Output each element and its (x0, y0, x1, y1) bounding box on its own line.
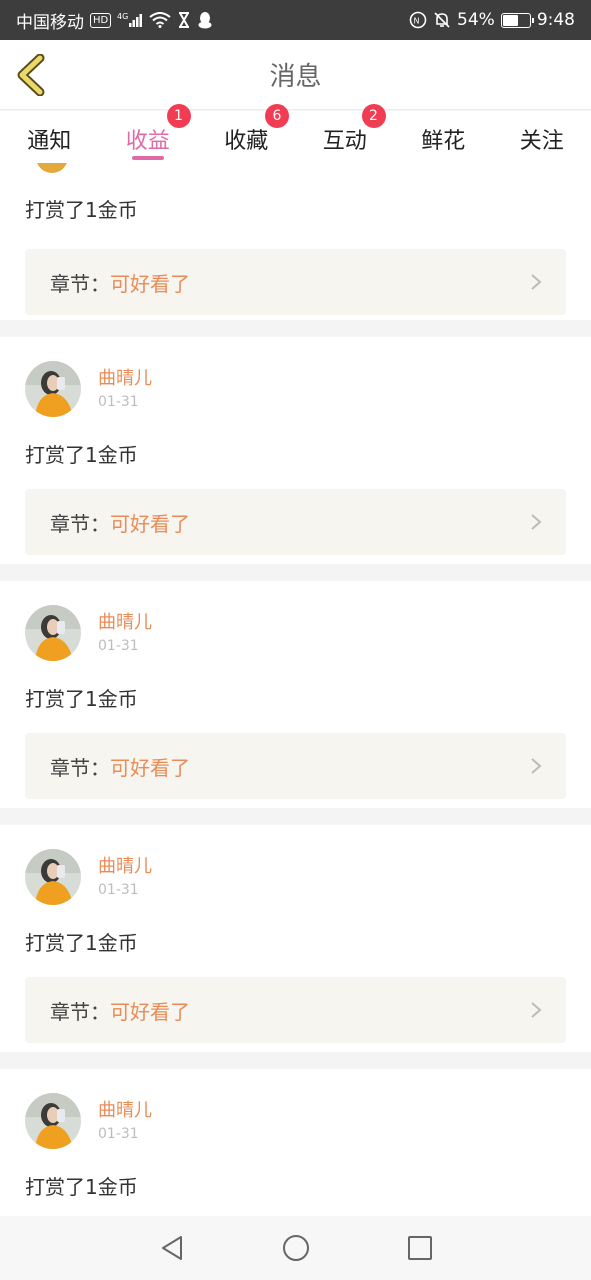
tab-follow[interactable]: 关注 (493, 111, 591, 163)
nav-home-button[interactable] (279, 1231, 313, 1265)
svg-text:N: N (414, 17, 420, 26)
unread-badge: 2 (361, 104, 386, 128)
avatar[interactable] (25, 605, 81, 661)
tab-bar: 通知 收益 1 收藏 6 互动 2 鲜花 关注 (0, 104, 591, 163)
message-date: 01-31 (98, 1126, 139, 1142)
square-recents-icon (407, 1236, 432, 1260)
list-item: 曲晴儿 01-31 打赏了1金币 章节： 可好看了 (0, 1069, 591, 1216)
carrier-label: 中国移动 (16, 12, 84, 33)
user-row[interactable]: 曲晴儿 01-31 (25, 825, 566, 905)
clock-time: 9:48 (536, 10, 575, 30)
chapter-link[interactable]: 章节： 可好看了 (25, 249, 566, 315)
chapter-label: 章节： (50, 999, 110, 1024)
nfc-icon: N (409, 11, 427, 29)
chapter-link[interactable]: 章节： 可好看了 (25, 977, 566, 1043)
qq-icon (197, 11, 213, 29)
chevron-right-icon (531, 514, 542, 530)
user-name[interactable]: 曲晴儿 (98, 1100, 152, 1122)
mute-bell-icon (433, 11, 451, 29)
system-nav-bar (0, 1216, 591, 1280)
status-bar: 中国移动 HD 4G N 54% 9:48 (0, 0, 591, 40)
chapter-title: 可好看了 (110, 271, 190, 296)
chevron-right-icon (531, 1002, 542, 1018)
list-item: 曲晴儿 01-31 打赏了1金币 章节： 可好看了 (0, 337, 591, 564)
user-avatar-image (25, 849, 81, 905)
tab-label: 收益 (125, 129, 170, 154)
tab-label: 通知 (27, 129, 72, 154)
network-type-label: 4G (117, 12, 128, 21)
tab-label: 互动 (322, 129, 367, 154)
message-text: 打赏了1金币 (25, 443, 138, 467)
wifi-icon (149, 11, 171, 29)
user-name[interactable]: 曲晴儿 (98, 368, 152, 390)
tab-label: 鲜花 (421, 129, 466, 154)
circle-home-icon (282, 1235, 309, 1261)
chapter-title: 可好看了 (110, 755, 190, 780)
tab-earnings[interactable]: 收益 1 (99, 104, 198, 163)
message-text: 打赏了1金币 (25, 687, 138, 711)
chapter-link[interactable]: 章节： 可好看了 (25, 489, 566, 555)
chapter-title: 可好看了 (110, 999, 190, 1024)
chapter-title: 可好看了 (110, 511, 190, 536)
tab-label: 收藏 (224, 129, 269, 154)
list-item: 曲晴儿 01-31 打赏了1金币 章节： 可好看了 (0, 825, 591, 1052)
message-date: 01-31 (98, 638, 139, 654)
nav-back-button[interactable] (155, 1231, 189, 1265)
chapter-label: 章节： (50, 755, 110, 780)
user-row[interactable]: 曲晴儿 01-31 (25, 581, 566, 661)
message-date: 01-31 (98, 394, 139, 410)
battery-percent: 54% (457, 10, 495, 30)
tab-interaction[interactable]: 互动 2 (296, 104, 395, 163)
message-list[interactable]: 打赏了1金币 章节： 可好看了 曲晴儿 01-31 打赏了1金币 章节： 可好看… (0, 163, 591, 1216)
unread-badge: 1 (166, 104, 191, 128)
triangle-back-icon (161, 1236, 182, 1260)
message-text: 打赏了1金币 (25, 1175, 138, 1199)
tab-label: 关注 (519, 129, 564, 154)
chapter-label: 章节： (50, 271, 110, 296)
list-item: 打赏了1金币 章节： 可好看了 (0, 163, 591, 320)
chapter-label: 章节： (50, 511, 110, 536)
signal-icon: 4G (117, 11, 143, 29)
back-button[interactable] (14, 53, 50, 97)
message-text: 打赏了1金币 (25, 931, 138, 955)
hourglass-icon (177, 11, 191, 29)
avatar[interactable] (25, 849, 81, 905)
user-row[interactable]: 曲晴儿 01-31 (25, 337, 566, 417)
chevron-right-icon (531, 274, 542, 290)
tab-favorites[interactable]: 收藏 6 (197, 104, 296, 163)
top-header: 消息 (0, 40, 591, 110)
user-name[interactable]: 曲晴儿 (98, 612, 152, 634)
active-tab-indicator (131, 156, 164, 160)
message-text: 打赏了1金币 (25, 198, 138, 222)
list-item: 曲晴儿 01-31 打赏了1金币 章节： 可好看了 (0, 581, 591, 808)
chevron-left-icon (17, 53, 45, 97)
user-name[interactable]: 曲晴儿 (98, 856, 152, 878)
avatar[interactable] (25, 361, 81, 417)
tab-flowers[interactable]: 鲜花 (394, 111, 493, 163)
hd-icon: HD (90, 12, 112, 28)
message-date: 01-31 (98, 882, 139, 898)
battery-icon (500, 12, 534, 28)
nav-recents-button[interactable] (403, 1231, 437, 1265)
user-avatar-image (25, 1093, 81, 1149)
tab-notice[interactable]: 通知 (0, 111, 99, 163)
user-row[interactable]: 曲晴儿 01-31 (25, 1069, 566, 1149)
page-title: 消息 (269, 62, 322, 92)
chevron-right-icon (531, 758, 542, 774)
avatar[interactable] (25, 1093, 81, 1149)
chapter-link[interactable]: 章节： 可好看了 (25, 733, 566, 799)
unread-badge: 6 (265, 104, 289, 128)
user-avatar-image (25, 361, 81, 417)
user-avatar-image (25, 605, 81, 661)
